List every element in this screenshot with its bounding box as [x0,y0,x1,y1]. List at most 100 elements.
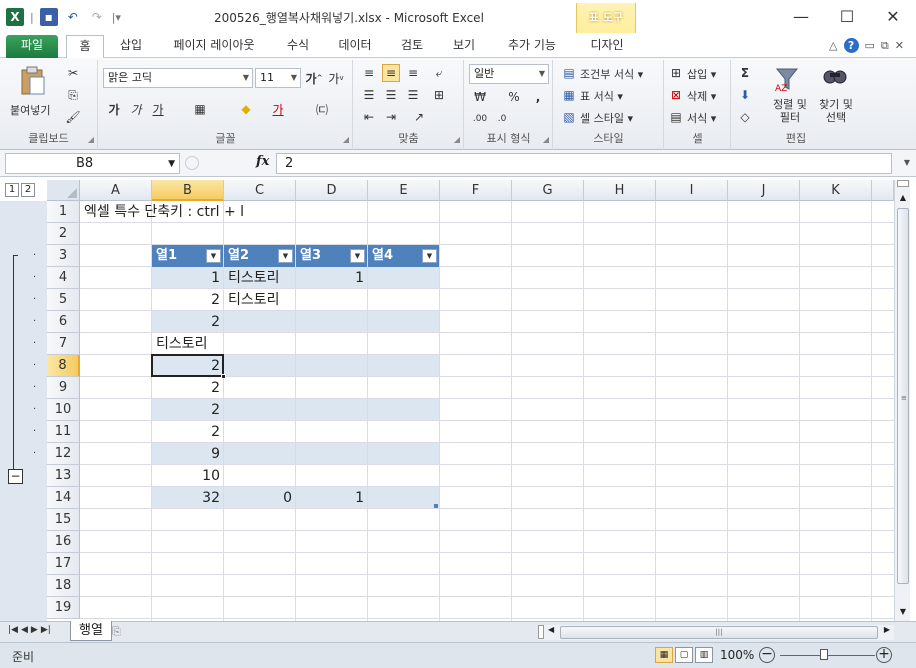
tab-addins[interactable]: 추가 기능 [500,35,564,58]
tab-file[interactable]: 파일 [6,35,58,58]
zoom-in-button[interactable]: + [876,647,892,663]
align-bottom-icon[interactable]: ≡ [404,64,422,82]
vertical-scrollbar[interactable]: ▲ ≡ ▼ [894,180,910,621]
window-restore-icon[interactable]: ⧉ [881,39,889,53]
normal-view-icon[interactable]: ▦ [655,647,673,663]
tab-design[interactable]: 디자인 [578,35,636,58]
column-header-a[interactable]: A [80,180,152,201]
insert-function-button[interactable]: fx [256,154,269,169]
paste-button[interactable]: 붙여넣기 [10,102,50,118]
cell-b7[interactable]: 티스토리 [152,333,224,355]
row-header-6[interactable]: 6 [47,311,80,333]
worksheet-grid[interactable]: 엑셀 특수 단축키 : ctrl + l 열1 ▼ 열2 ▼ 열3 ▼ 열4 ▼ 1 티… [80,201,894,621]
scroll-up-icon[interactable]: ▲ [895,190,911,205]
align-middle-icon[interactable]: ≡ [382,64,400,82]
formula-input[interactable]: 2 [276,153,892,174]
tab-page-layout[interactable]: 페이지 레이아웃 [165,35,263,58]
zoom-out-button[interactable]: − [759,647,775,663]
column-header-j[interactable]: J [728,180,800,201]
row-header-3[interactable]: 3 [47,245,80,267]
help-icon[interactable]: ? [843,38,859,53]
row-header-13[interactable]: 13 [47,465,80,487]
outline-level-2-button[interactable]: 2 [21,183,35,197]
conditional-format-button[interactable]: 조건부 서식 ▾ [580,66,643,82]
increase-font-icon[interactable]: 가 ^ [305,69,323,87]
fill-color-icon[interactable]: ◆ [237,100,255,118]
name-box[interactable]: B8 ▼ [5,153,180,174]
cut-icon[interactable]: ✂ [64,64,82,82]
row-header-1[interactable]: 1 [47,201,80,223]
column-header-h[interactable]: H [584,180,656,201]
filter-dropdown-icon[interactable]: ▼ [422,249,437,263]
cell-b14[interactable]: 32 [152,487,224,509]
row-header-10[interactable]: 10 [47,399,80,421]
sheet-tab-active[interactable]: 행열 [70,621,112,641]
table-header-col1[interactable]: 열1 ▼ [152,245,223,267]
redo-icon[interactable]: ↷ [88,8,106,26]
window-close-icon[interactable]: ✕ [895,39,904,52]
row-header-7[interactable]: 7 [47,333,80,355]
cell-c4[interactable]: 티스토리 [224,267,296,289]
cell-styles-button[interactable]: 셀 스타일 ▾ [580,110,633,126]
sort-filter-button[interactable]: 정렬 및 필터 [770,98,810,124]
column-header-i[interactable]: I [656,180,728,201]
table-header-col3[interactable]: 열3 ▼ [296,245,367,267]
font-color-icon[interactable]: 가 [269,100,287,118]
tab-view[interactable]: 보기 [448,35,480,58]
delete-cells-button[interactable]: 삭제 ▾ [687,88,716,104]
wrap-text-icon[interactable]: ⤶ [430,64,448,82]
cell-b6[interactable]: 2 [152,311,224,333]
row-header-19[interactable]: 19 [47,597,80,619]
scroll-down-icon[interactable]: ▼ [895,604,911,619]
number-format-combo[interactable]: 일반 ▼ [469,64,549,84]
border-icon[interactable]: ▦ [191,100,209,118]
row-header-17[interactable]: 17 [47,553,80,575]
table-header-col2[interactable]: 열2 ▼ [224,245,295,267]
window-minimize-icon[interactable]: ▭ [865,39,875,52]
split-box[interactable] [538,625,544,639]
row-header-5[interactable]: 5 [47,289,80,311]
page-layout-view-icon[interactable]: ▢ [675,647,693,663]
alignment-launcher-icon[interactable]: ◢ [454,135,460,144]
prev-sheet-icon[interactable]: ◀ [21,625,28,635]
paste-icon[interactable] [18,64,48,98]
cell-b9[interactable]: 2 [152,377,224,399]
fill-icon[interactable]: ⬇ [736,86,754,104]
cell-b13[interactable]: 10 [152,465,224,487]
column-header-f[interactable]: F [440,180,512,201]
decrease-indent-icon[interactable]: ⇤ [360,108,378,126]
filter-dropdown-icon[interactable]: ▼ [278,249,293,263]
row-header-2[interactable]: 2 [47,223,80,245]
copy-icon[interactable]: ⎘ [64,86,82,104]
zoom-slider-knob[interactable] [820,649,828,660]
percent-button[interactable]: % [505,88,523,106]
sort-filter-icon[interactable]: AZ [772,64,802,94]
currency-icon[interactable]: ₩ [471,88,489,106]
select-all-button[interactable] [47,180,80,201]
row-header-11[interactable]: 11 [47,421,80,443]
clipboard-launcher-icon[interactable]: ◢ [88,135,94,144]
underline-button[interactable]: 가 [149,100,167,118]
cell-d4[interactable]: 1 [296,267,368,289]
bold-button[interactable]: 가 [105,100,123,118]
find-select-icon[interactable] [820,64,850,94]
format-cells-icon[interactable]: ▤ [667,108,685,126]
formula-cancel-icon[interactable] [185,156,199,170]
outline-collapse-button[interactable]: − [8,469,23,484]
comma-button[interactable]: , [529,88,547,106]
cell-b11[interactable]: 2 [152,421,224,443]
cell-b10[interactable]: 2 [152,399,224,421]
insert-cells-icon[interactable]: ⊞ [667,64,685,82]
autosum-button[interactable]: Σ [736,64,754,82]
tab-insert[interactable]: 삽입 [115,35,147,58]
row-header-8[interactable]: 8 [47,355,80,377]
maximize-button[interactable]: ☐ [824,0,870,33]
format-table-icon[interactable]: ▦ [560,86,578,104]
insert-sheet-icon[interactable]: ⎘ [112,623,140,641]
row-header-12[interactable]: 12 [47,443,80,465]
scroll-thumb[interactable]: ||| [560,626,878,639]
cell-b5[interactable]: 2 [152,289,224,311]
ribbon-minimize-icon[interactable]: △ [829,39,837,52]
save-icon[interactable]: ▪ [39,8,58,26]
font-name-combo[interactable]: 맑은 고딕 ▼ [103,68,253,88]
